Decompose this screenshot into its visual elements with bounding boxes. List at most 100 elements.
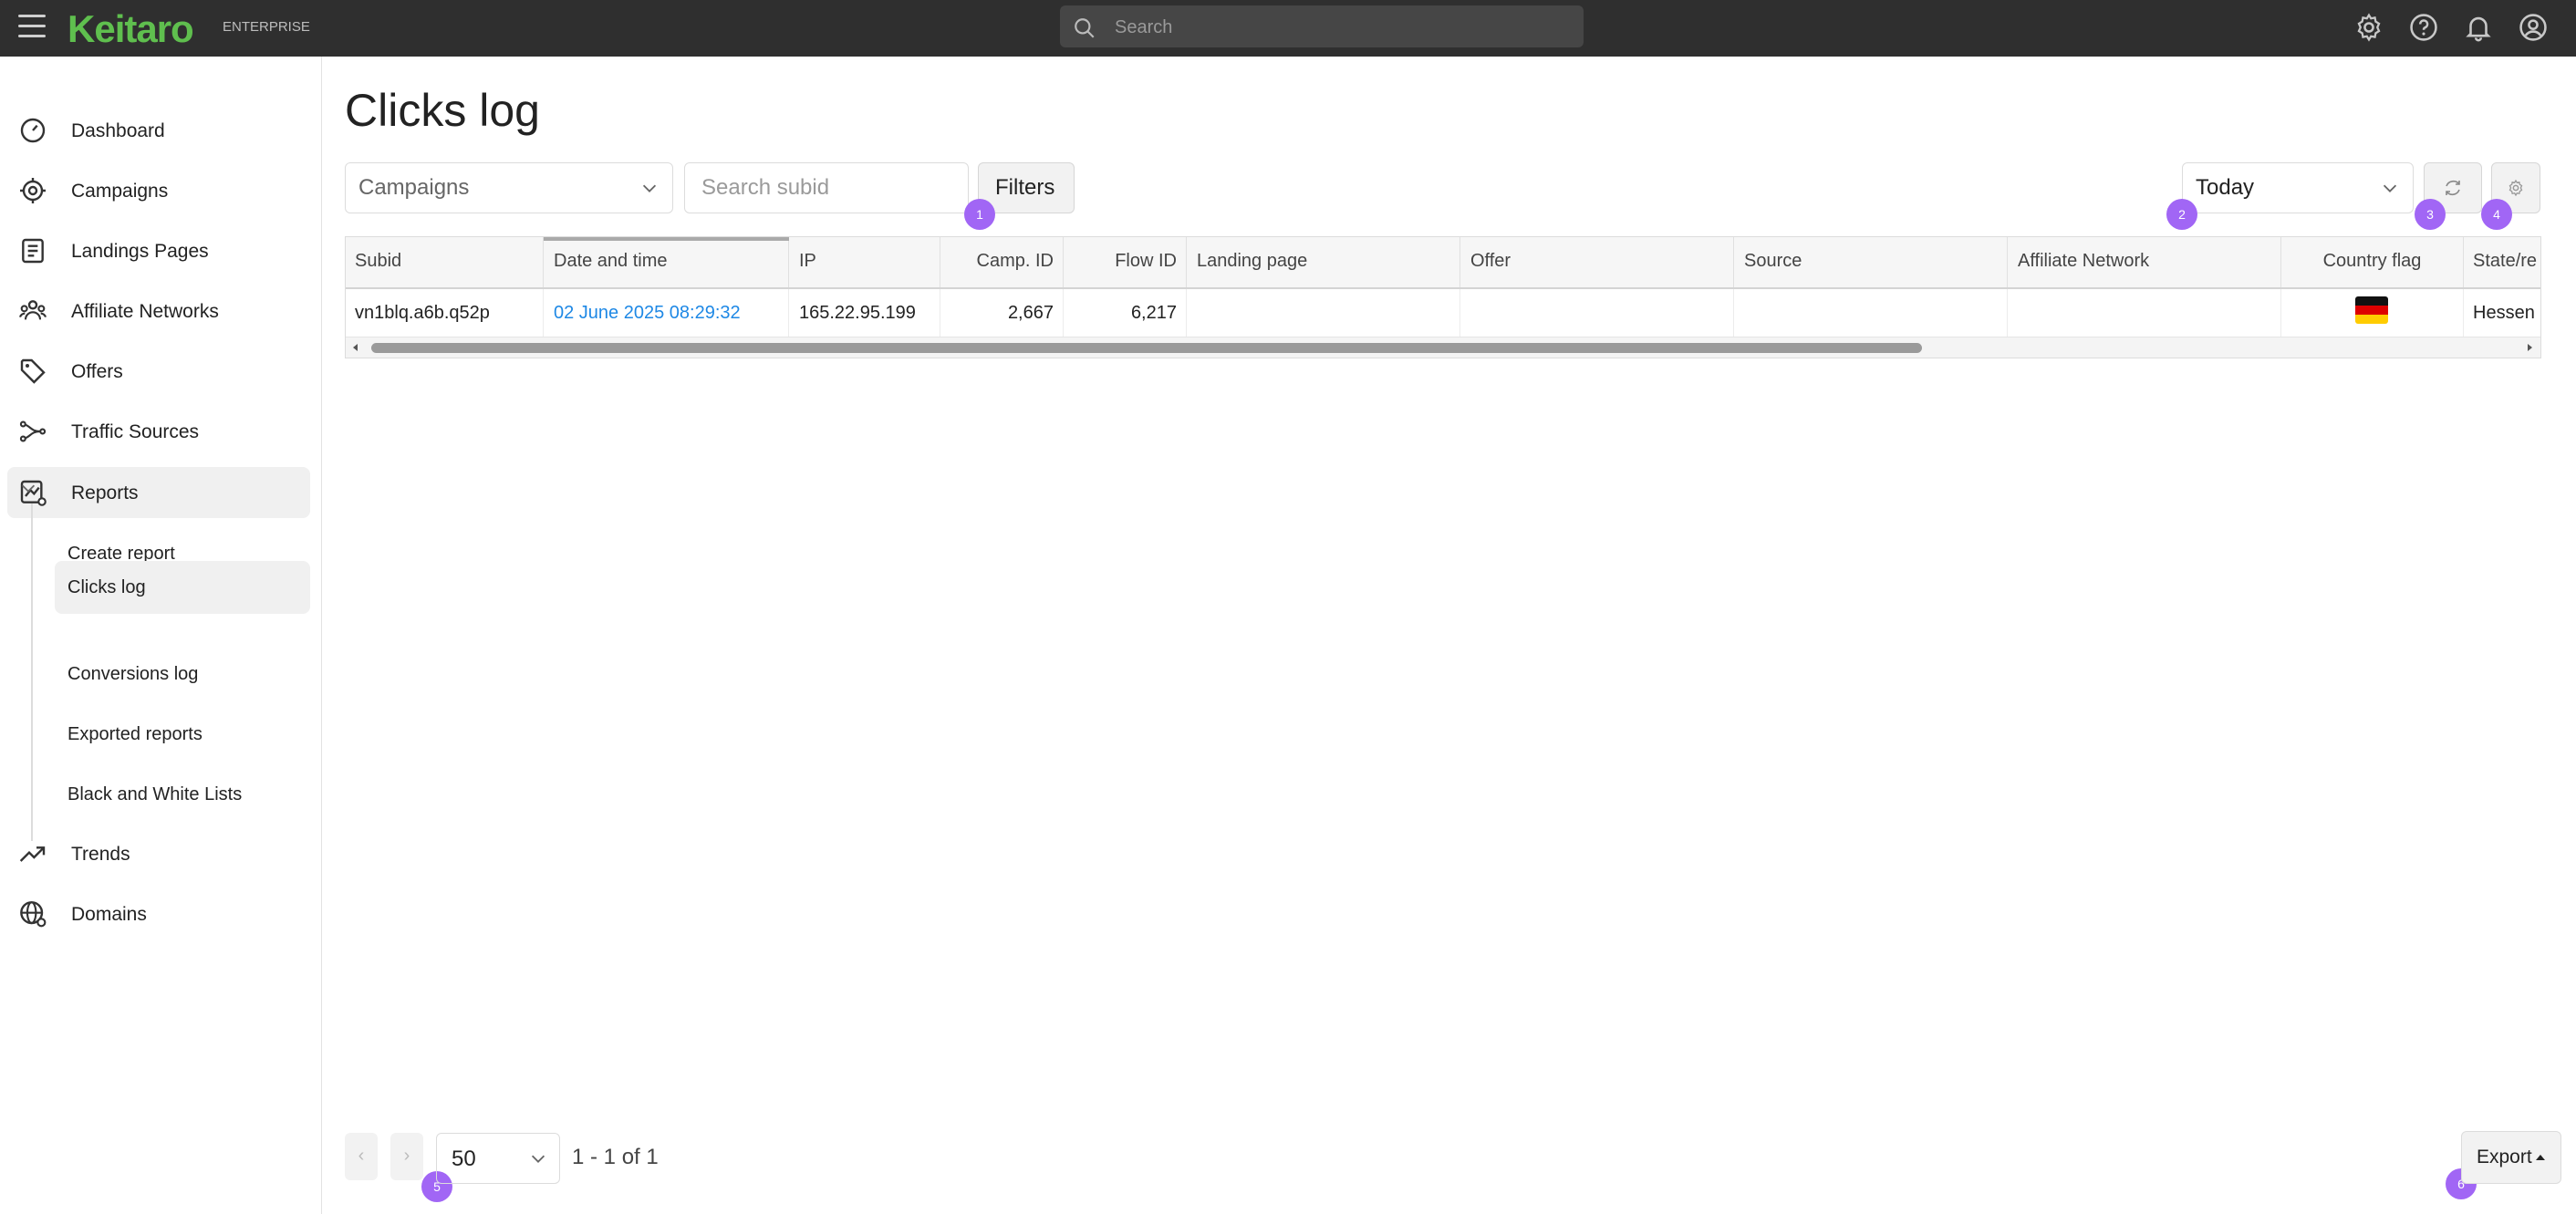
sidebar-item-label: Landings Pages	[71, 241, 209, 262]
step-badge: 1	[964, 199, 995, 230]
column-header-subid[interactable]: Subid	[346, 237, 544, 287]
sidebar-subitem-clicks-log[interactable]: Clicks log	[55, 561, 310, 614]
sidebar-item-label: Reports	[71, 482, 139, 503]
dashboard-icon	[20, 118, 46, 143]
campaigns-select-value: Campaigns	[358, 175, 470, 200]
trend-icon	[19, 846, 46, 862]
previous-page-button[interactable]: ‹	[345, 1133, 378, 1180]
scroll-left-arrow-icon[interactable]	[350, 342, 361, 353]
edition-label: ENTERPRISE	[223, 19, 310, 35]
sidebar-item-domains[interactable]: Domains	[7, 888, 310, 939]
sidebar-item-trends[interactable]: Trends	[7, 828, 310, 879]
search-placeholder: Search	[1115, 17, 1173, 37]
sidebar-subitem-label: Exported reports	[68, 724, 203, 744]
top-bar: Keitaro ENTERPRISE Search	[0, 0, 2576, 57]
date-range-select[interactable]: Today	[2182, 162, 2414, 213]
scroll-right-arrow-icon[interactable]	[2524, 342, 2535, 353]
sidebar-item-offers[interactable]: Offers	[7, 346, 310, 397]
column-header-affiliate-network[interactable]: Affiliate Network	[2008, 237, 2281, 287]
sort-indicator	[544, 237, 789, 241]
gear-icon	[2508, 179, 2523, 197]
landing-page-icon	[22, 238, 44, 264]
sidebar-subitem-exported-reports[interactable]: Exported reports	[55, 708, 310, 761]
account-icon[interactable]	[2518, 12, 2549, 43]
sidebar-item-traffic-sources[interactable]: Traffic Sources	[7, 406, 310, 457]
page-size-value: 50	[452, 1147, 476, 1171]
column-header-ip[interactable]: IP	[789, 237, 940, 287]
traffic-source-icon	[19, 420, 47, 442]
sidebar-item-label: Offers	[71, 361, 123, 382]
campaigns-select[interactable]: Campaigns	[345, 162, 673, 213]
step-badge: 2	[2166, 199, 2197, 230]
next-page-button[interactable]: ›	[390, 1133, 423, 1180]
germany-flag-icon	[2355, 296, 2388, 324]
page-size-select[interactable]: 50	[436, 1133, 560, 1184]
step-badge: 3	[2415, 199, 2446, 230]
sidebar-item-label: Campaigns	[71, 181, 169, 202]
domains-icon	[20, 901, 47, 928]
pagination-info: 1 - 1 of 1	[572, 1145, 659, 1169]
horizontal-scrollbar[interactable]	[346, 337, 2540, 358]
app-logo[interactable]: Keitaro	[68, 7, 194, 51]
scrollbar-thumb[interactable]	[371, 343, 1922, 353]
cell-offer	[1460, 289, 1734, 337]
tag-icon	[20, 358, 46, 384]
submenu-guide-line	[31, 503, 33, 841]
cell-ip: 165.22.95.199	[789, 289, 940, 337]
chevron-down-icon	[642, 184, 657, 192]
column-header-country-flag[interactable]: Country flag	[2281, 237, 2464, 287]
export-button-label: Export	[2477, 1147, 2532, 1167]
sidebar-item-dashboard[interactable]: Dashboard	[7, 105, 310, 156]
cell-subid: vn1blq.a6b.q52p	[346, 289, 544, 337]
cell-state: Hessen	[2473, 303, 2535, 323]
caret-up-icon	[2536, 1155, 2545, 1160]
subid-placeholder: Search subid	[701, 175, 830, 200]
column-header-landing-page[interactable]: Landing page	[1187, 237, 1460, 287]
sidebar-item-label: Trends	[71, 844, 130, 865]
column-header-flow-id[interactable]: Flow ID	[1064, 237, 1187, 287]
cell-landing-page	[1187, 289, 1460, 337]
target-icon	[20, 178, 46, 203]
cell-affiliate-network	[2008, 289, 2281, 337]
column-header-date-time[interactable]: Date and time	[544, 237, 789, 287]
sidebar-subitem-label: Black and White Lists	[68, 784, 243, 804]
sidebar-subitem-label: Clicks log	[68, 577, 146, 597]
date-range-value: Today	[2196, 175, 2255, 200]
cell-camp-id: 2,667	[940, 289, 1064, 337]
sidebar-item-label: Affiliate Networks	[71, 301, 219, 322]
column-header-offer[interactable]: Offer	[1460, 237, 1734, 287]
column-header-camp-id[interactable]: Camp. ID	[940, 237, 1064, 287]
chevron-down-icon	[531, 1155, 545, 1163]
sidebar-item-reports[interactable]: Reports	[7, 467, 310, 518]
settings-gear-icon[interactable]	[2353, 12, 2384, 43]
sidebar-item-label: Dashboard	[71, 120, 165, 141]
chevron-down-icon[interactable]	[18, 478, 38, 498]
clicks-log-table: Subid Date and time IP Camp. ID Flow ID …	[345, 236, 2541, 358]
cell-datetime-link[interactable]: 02 June 2025 08:29:32	[544, 289, 789, 337]
step-badge: 4	[2481, 199, 2512, 230]
sidebar-item-label: Domains	[71, 904, 147, 925]
cell-flow-id: 6,217	[1064, 289, 1187, 337]
network-icon	[18, 300, 47, 320]
sidebar-subitem-conversions-log[interactable]: Conversions log	[55, 648, 310, 700]
notifications-bell-icon[interactable]	[2463, 12, 2494, 43]
search-icon	[1075, 18, 1095, 38]
subid-search-input[interactable]: Search subid	[684, 162, 969, 213]
cell-source	[1734, 289, 2008, 337]
column-header-state[interactable]: State/re	[2464, 237, 2540, 287]
sidebar: Dashboard Campaigns Landings Pages Affil…	[0, 57, 322, 1214]
chevron-down-icon	[2383, 184, 2397, 192]
column-header-source[interactable]: Source	[1734, 237, 2008, 287]
sidebar-item-campaigns[interactable]: Campaigns	[7, 165, 310, 216]
help-icon[interactable]	[2408, 12, 2439, 43]
sidebar-item-affiliate-networks[interactable]: Affiliate Networks	[7, 285, 310, 337]
filters-button-label: Filters	[995, 175, 1055, 200]
refresh-icon	[2446, 180, 2460, 196]
sidebar-subitem-black-white-lists[interactable]: Black and White Lists	[55, 768, 310, 821]
table-header: Subid Date and time IP Camp. ID Flow ID …	[346, 237, 2540, 289]
page-title: Clicks log	[345, 85, 540, 136]
global-search-input[interactable]: Search	[1060, 5, 1584, 47]
export-button[interactable]: Export	[2461, 1131, 2561, 1184]
sidebar-item-landing-pages[interactable]: Landings Pages	[7, 225, 310, 276]
menu-icon[interactable]	[18, 15, 46, 40]
